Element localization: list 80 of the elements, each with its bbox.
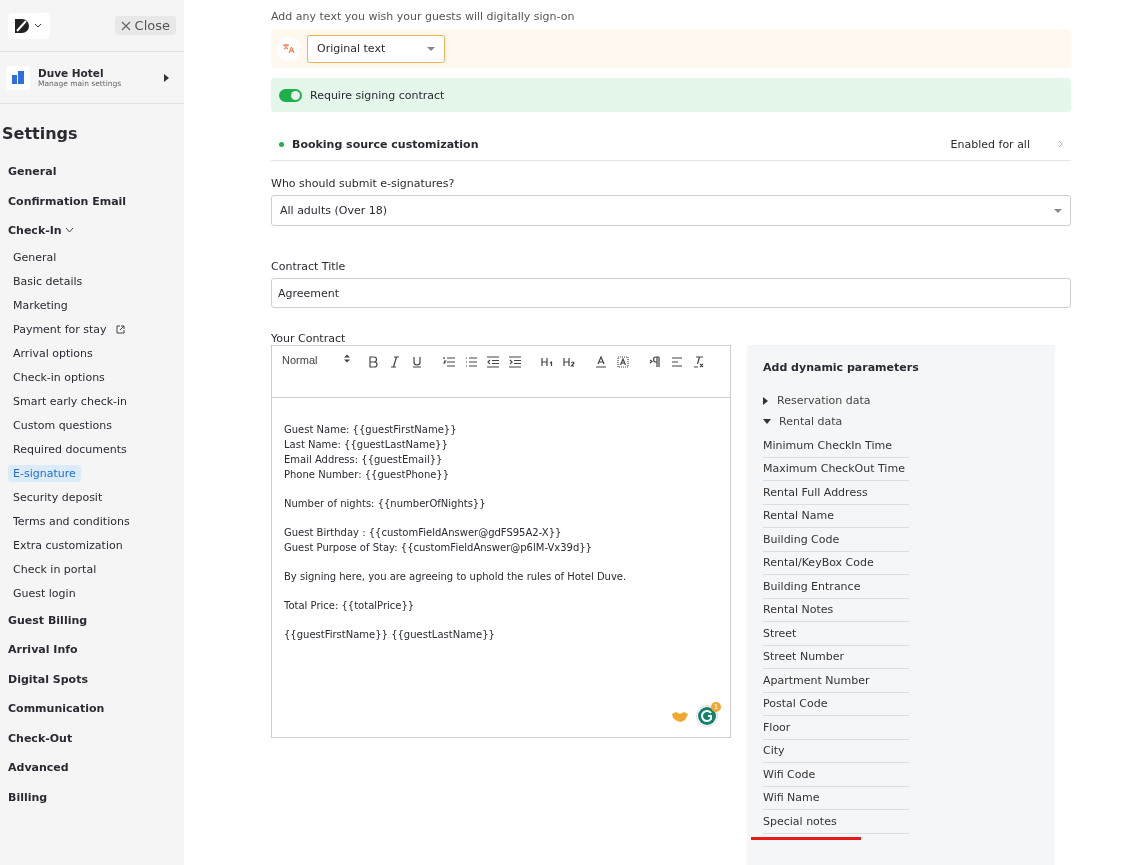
sidebar-subitem[interactable]: Guest login xyxy=(8,585,81,602)
sidebar-item[interactable]: Advanced xyxy=(8,761,69,775)
field-label: Who should submit e-signatures? xyxy=(271,177,456,190)
sidebar-item[interactable]: Confirmation Email xyxy=(8,194,127,208)
sidebar-subitem[interactable]: Terms and conditions xyxy=(8,513,135,530)
caret-down-icon xyxy=(763,418,771,425)
parameter-item[interactable]: Wifi Code xyxy=(763,763,909,787)
parameter-item[interactable]: Wifi Name xyxy=(763,786,909,810)
parameter-item[interactable]: Floor xyxy=(763,716,909,740)
close-button[interactable]: Close xyxy=(114,16,176,35)
chevron-down-icon xyxy=(35,23,41,28)
sidebar-item[interactable]: Billing xyxy=(8,790,48,804)
toggle-switch[interactable] xyxy=(279,88,302,102)
parameter-item[interactable]: Street Number xyxy=(763,645,909,669)
sidebar-item[interactable]: Check-Out xyxy=(8,731,73,745)
caret-right-icon xyxy=(164,73,170,82)
parameter-item[interactable]: Rental Full Address xyxy=(763,481,909,505)
field-label: Your Contract xyxy=(271,332,347,345)
parameter-group[interactable]: Reservation data xyxy=(763,390,1039,411)
hotel-name: Duve Hotel xyxy=(38,67,105,79)
contract-text: By signing here, you are agreeing to uphold the rules of Hotel Duve. xyxy=(284,570,628,584)
sidebar-subitem[interactable]: Payment for stay xyxy=(8,321,112,338)
parameter-item[interactable]: Postal Code xyxy=(763,692,909,716)
input-field[interactable]: Agreement xyxy=(271,278,1071,308)
language-select[interactable]: Original text xyxy=(307,34,445,63)
sidebar-subitem[interactable]: General xyxy=(8,249,62,266)
parameter-item[interactable]: Building Entrance xyxy=(763,575,909,599)
parameter-item[interactable]: Rental Notes xyxy=(763,598,909,622)
contract-text: Phone Number: {{guestPhone}} xyxy=(284,468,451,482)
toggle-label: Require signing contract xyxy=(310,88,445,102)
contract-text: Guest Birthday : {{customFieldAnswer@gdFS95A2-X}} xyxy=(284,526,563,540)
translate-icon xyxy=(283,43,295,54)
parameter-item[interactable]: Rental/KeyBox Code xyxy=(763,551,909,575)
sidebar-subitem[interactable]: E-signature xyxy=(8,465,81,482)
field-label: Contract Title xyxy=(271,260,347,273)
sidebar-subitem[interactable]: Custom questions xyxy=(8,417,117,434)
sidebar-item[interactable]: Check-In xyxy=(8,224,62,238)
settings-heading: Settings xyxy=(1,123,79,145)
close-icon xyxy=(120,20,131,31)
sidebar-subitem[interactable]: Basic details xyxy=(8,273,88,290)
parameter-group[interactable]: Rental data xyxy=(763,411,1039,432)
logo-button[interactable] xyxy=(8,12,50,39)
page-subtitle: Add any text you wish your guests will digitally sign-on xyxy=(271,10,576,25)
sidebar-item[interactable]: Arrival Info xyxy=(8,643,78,657)
caret-right-icon xyxy=(763,396,769,405)
sidebar-item[interactable]: Guest Billing xyxy=(8,613,88,627)
contract-text: Number of nights: {{numberOfNights}} xyxy=(284,497,487,511)
sidebar-item[interactable]: Digital Spots xyxy=(8,672,88,686)
logo xyxy=(14,17,30,34)
parameter-item[interactable]: Apartment Number xyxy=(763,669,909,693)
contract-text: Total Price: {{totalPrice}} xyxy=(284,599,416,613)
sort-arrows-icon xyxy=(344,354,350,363)
booking-source-row[interactable]: Booking source customization Enabled for all xyxy=(271,128,1071,161)
sidebar-subitem[interactable]: Arrival options xyxy=(8,345,98,362)
submitters-select[interactable]: All adults (Over 18) xyxy=(271,195,1071,226)
contract-text: Guest Name: {{guestFirstName}} xyxy=(284,423,458,437)
contract-text: Email Address: {{guestEmail}} xyxy=(284,453,444,467)
sidebar-subitem[interactable]: Check in portal xyxy=(8,561,102,578)
parameter-item[interactable]: Rental Name xyxy=(763,504,909,528)
contract-text: {{guestFirstName}} {{guestLastName}} xyxy=(284,628,496,642)
sidebar-subitem[interactable]: Required documents xyxy=(8,441,132,458)
parameter-item[interactable]: Building Code xyxy=(763,528,909,552)
parameter-item[interactable]: City xyxy=(763,739,909,763)
sidebar-item[interactable]: General xyxy=(8,165,57,179)
sidebar-subitem[interactable]: Security deposit xyxy=(8,489,108,506)
sidebar-subitem[interactable]: Check-in options xyxy=(8,369,110,386)
contract-text: Last Name: {{guestLastName}} xyxy=(284,438,449,452)
parameter-item[interactable]: Special notes xyxy=(763,810,909,834)
format-select[interactable]: Normal xyxy=(282,354,362,370)
parameter-item[interactable]: Street xyxy=(763,622,909,646)
sidebar-subitem[interactable]: Extra customization xyxy=(8,537,128,554)
chevron-right-icon xyxy=(1058,140,1063,148)
panel-title: Add dynamic parameters xyxy=(763,361,920,374)
building-icon xyxy=(12,71,24,84)
contract-text: Guest Purpose of Stay: {{customFieldAnswer@p6lM-Vx39d}} xyxy=(284,541,593,555)
parameter-item[interactable]: Maximum CheckOut Time xyxy=(763,457,909,481)
sidebar-item[interactable]: Communication xyxy=(8,702,105,716)
sidebar-subitem[interactable]: Marketing xyxy=(8,297,73,314)
parameter-item[interactable]: Minimum CheckIn Time xyxy=(763,434,909,458)
sidebar-subitem[interactable]: Smart early check-in xyxy=(8,393,133,410)
